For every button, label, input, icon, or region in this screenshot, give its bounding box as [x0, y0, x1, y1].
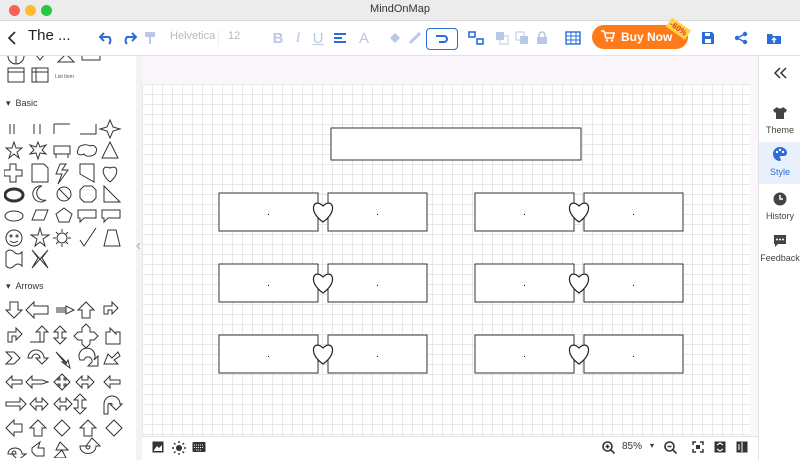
clock-icon: [759, 192, 800, 209]
box-text: .: [523, 278, 526, 289]
box-text: .: [632, 278, 635, 289]
buy-now-button[interactable]: Buy Now -60%: [592, 17, 692, 49]
box-pair[interactable]: ..: [474, 334, 684, 374]
image-icon[interactable]: [152, 441, 164, 456]
sidebar-item-history[interactable]: History: [759, 192, 800, 226]
collapse-panel-button[interactable]: [759, 66, 800, 82]
arrange-front-icon[interactable]: [494, 21, 510, 55]
top-box[interactable]: [330, 127, 582, 161]
bold-icon[interactable]: B: [270, 21, 286, 55]
arrange-back-icon[interactable]: [514, 21, 530, 55]
box-pair[interactable]: ..: [474, 263, 684, 303]
main-toolbar: The ... Helvetica 12 B I U A Buy Now -60…: [0, 17, 800, 56]
zoom-level[interactable]: 85%: [622, 441, 642, 452]
sidebar-item-theme[interactable]: Theme: [759, 102, 800, 140]
font-family-select[interactable]: Helvetica: [170, 30, 219, 46]
table-icon[interactable]: [562, 21, 584, 55]
window-titlebar: MindOnMap: [0, 0, 800, 21]
brightness-icon[interactable]: [172, 441, 186, 458]
buy-now-label: Buy Now: [621, 30, 673, 44]
arrow-shapes-grid[interactable]: [4, 298, 132, 458]
feedback-icon: [759, 234, 800, 251]
save-icon[interactable]: [698, 21, 718, 55]
box-text: .: [376, 278, 379, 289]
zoom-in-icon[interactable]: [602, 441, 616, 457]
italic-icon[interactable]: I: [290, 21, 306, 55]
box-pair[interactable]: ..: [218, 263, 428, 303]
diagram-shapes: [330, 127, 582, 161]
section-basic[interactable]: ▾ Basic: [6, 98, 38, 109]
sidebar-label-theme: Theme: [765, 125, 794, 135]
fit-page-icon[interactable]: [692, 441, 704, 456]
line-color-icon[interactable]: [406, 21, 424, 55]
share-icon[interactable]: [731, 21, 751, 55]
box-text: .: [376, 207, 379, 218]
box-pair[interactable]: ..: [218, 334, 428, 374]
underline-icon[interactable]: U: [310, 21, 326, 55]
zoom-dropdown-icon[interactable]: ▾: [650, 441, 654, 450]
connector-style-icon[interactable]: [426, 28, 458, 50]
fullscreen-icon[interactable]: [714, 441, 726, 456]
status-bar: 85% ▾: [142, 436, 758, 461]
window-title: MindOnMap: [370, 3, 430, 15]
document-title[interactable]: The ...: [28, 27, 71, 44]
box-text: .: [632, 207, 635, 218]
lock-icon[interactable]: [534, 21, 550, 55]
fill-color-icon[interactable]: [386, 21, 404, 55]
box-text: .: [267, 207, 270, 218]
drawing-canvas[interactable]: ............: [142, 84, 750, 436]
box-text: .: [267, 349, 270, 360]
box-text: .: [523, 349, 526, 360]
text-align-icon[interactable]: [330, 21, 350, 55]
sidebar-label-history: History: [765, 211, 794, 221]
zoom-out-icon[interactable]: [664, 441, 678, 457]
box-pair[interactable]: ..: [218, 192, 428, 232]
redo-icon[interactable]: [120, 21, 138, 55]
canvas-area[interactable]: ............: [142, 56, 758, 436]
box-text: .: [632, 349, 635, 360]
box-pair[interactable]: ..: [474, 192, 684, 232]
palette-icon: [759, 146, 800, 165]
back-icon[interactable]: [4, 21, 20, 55]
box-text: .: [376, 349, 379, 360]
shape-library-panel: List Item ▾ Basic ▾ Arrows: [0, 56, 137, 460]
basic-shapes-grid[interactable]: [4, 118, 132, 278]
sidebar-item-feedback[interactable]: Feedback: [759, 234, 800, 268]
shirt-icon: [759, 106, 800, 123]
undo-icon[interactable]: [98, 21, 116, 55]
section-arrows[interactable]: ▾ Arrows: [6, 281, 44, 292]
font-color-icon[interactable]: A: [356, 21, 372, 55]
sidebar-label-style: Style: [769, 167, 790, 177]
waypoints-icon[interactable]: [466, 21, 486, 55]
right-sidebar: Theme Style History Feedback: [758, 56, 800, 460]
cart-icon: [601, 29, 615, 45]
keyboard-icon[interactable]: [192, 441, 206, 456]
list-item-caption: List Item: [55, 74, 74, 80]
box-text: .: [267, 278, 270, 289]
format-painter-icon[interactable]: [142, 21, 158, 55]
sidebar-label-feedback: Feedback: [760, 253, 800, 263]
box-text: .: [523, 207, 526, 218]
export-icon[interactable]: [764, 21, 784, 55]
font-size-select[interactable]: 12: [228, 30, 254, 46]
outline-panel-icon[interactable]: [736, 441, 748, 456]
sidebar-item-style[interactable]: Style: [759, 142, 800, 184]
